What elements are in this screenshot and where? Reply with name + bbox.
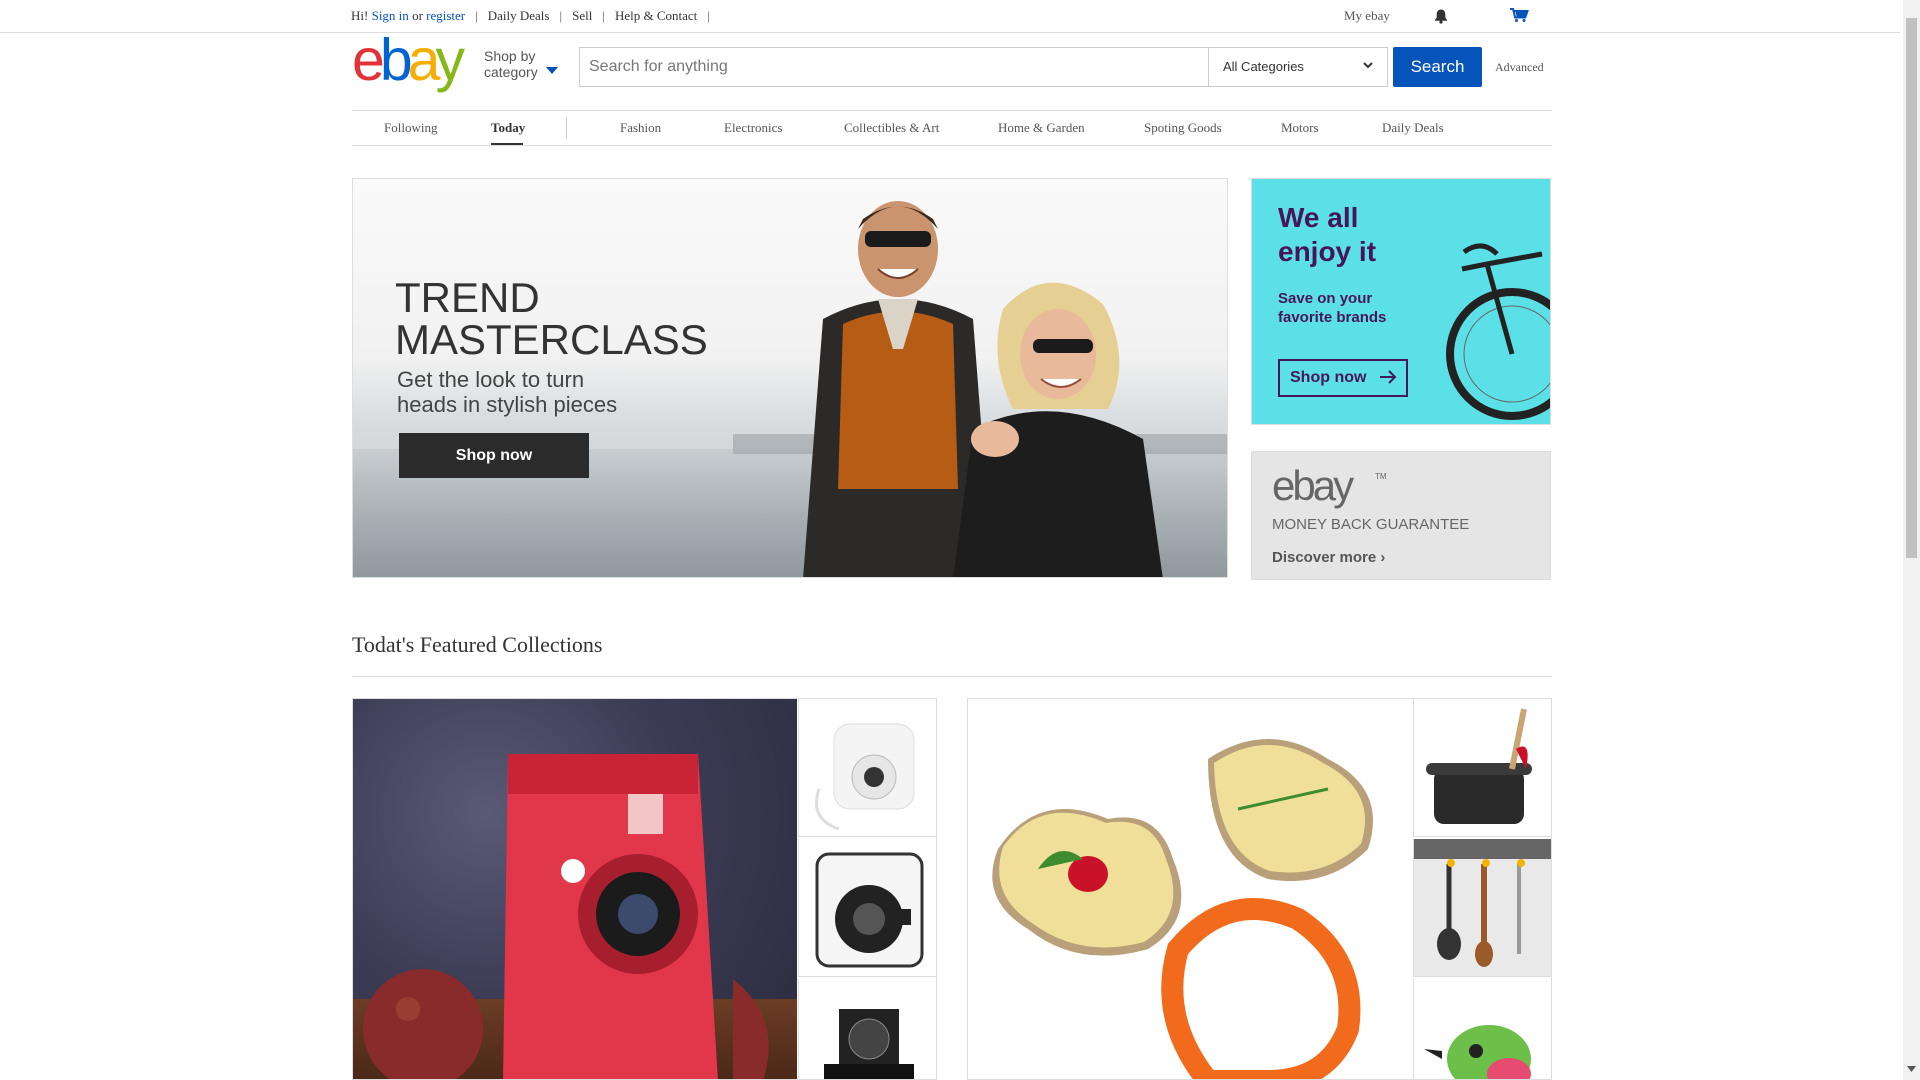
hero-subtitle: Get the look to turn heads in stylish pi… (397, 367, 618, 417)
logo-letter-b: b (379, 27, 413, 93)
arrow-right-icon (1380, 370, 1397, 384)
search-input[interactable] (579, 47, 1209, 87)
daily-deals-link[interactable]: Daily Deals (488, 8, 550, 24)
register-link[interactable]: register (426, 8, 465, 24)
separator: | (602, 8, 605, 23)
hero-title: TREND MASTERCLASS (395, 274, 708, 363)
bell-icon[interactable] (1433, 8, 1449, 24)
separator: | (475, 8, 478, 23)
brands-promo-subtitle: Save on your favorite brands (1278, 290, 1387, 326)
instax-black-thumbnail[interactable] (798, 839, 936, 977)
advanced-search-link[interactable]: Advanced (1495, 60, 1544, 75)
trademark-symbol: TM (1375, 472, 1387, 481)
nav-divider (566, 117, 567, 139)
discover-more-link[interactable]: Discover more › (1272, 549, 1385, 566)
brands-promo-banner[interactable]: We all enjoy it Save on your favorite br… (1251, 178, 1551, 425)
active-tab-underline (491, 143, 523, 145)
camera-collection-card[interactable] (352, 698, 937, 1080)
category-select-value: All Categories (1223, 59, 1304, 74)
greeting-text: Hi! (351, 8, 369, 23)
nav-item-sporting-goods[interactable]: Spoting Goods (1144, 120, 1222, 136)
cart-icon[interactable] (1509, 7, 1529, 23)
kitchen-collection-main-image (968, 699, 1412, 1079)
category-label: category (484, 64, 538, 80)
polaroid-camera-thumbnail[interactable] (798, 979, 936, 1079)
caret-down-icon (546, 67, 558, 74)
category-select[interactable]: All Categories (1209, 47, 1388, 87)
nav-item-fashion[interactable]: Fashion (620, 120, 661, 136)
nav-item-collectibles-art[interactable]: Collectibles & Art (844, 120, 939, 136)
money-back-guarantee-banner[interactable]: ebay TM MONEY BACK GUARANTEE Discover mo… (1251, 451, 1551, 580)
separator: | (559, 8, 563, 23)
logo-letter-e: e (352, 27, 385, 93)
kitchen-collection-card[interactable] (967, 698, 1552, 1080)
brands-promo-title: We all enjoy it (1278, 202, 1377, 267)
sell-link[interactable]: Sell (572, 8, 592, 24)
ebay-logo[interactable]: ebay (352, 31, 476, 90)
logo-letter-a: a (407, 27, 441, 93)
shop-by-label: Shop by (484, 48, 536, 64)
sign-in-link[interactable]: Sign in (372, 8, 409, 24)
separator: | (707, 8, 710, 23)
brands-promo-button-label: Shop now (1290, 369, 1367, 386)
or-text: or (412, 8, 423, 23)
bicycle-image (1446, 243, 1550, 420)
brands-promo-shop-now-button[interactable]: Shop now (1278, 359, 1408, 397)
search-button[interactable]: Search (1393, 47, 1482, 87)
hero-woman-image (953, 282, 1163, 577)
category-nav: Following Today Fashion Electronics Coll… (352, 110, 1552, 146)
camera-collection-main-image (353, 699, 797, 1079)
nav-item-electronics[interactable]: Electronics (724, 120, 782, 136)
nav-item-following[interactable]: Following (384, 120, 437, 136)
top-bar: Hi! Sign in or register | Daily Deals | … (0, 0, 1900, 33)
nav-item-motors[interactable]: Motors (1281, 120, 1319, 136)
scroll-down-arrow-icon[interactable] (1907, 1066, 1916, 1073)
shop-by-category-button[interactable]: Shop by category (484, 48, 558, 80)
utensil-hooks-thumbnail[interactable] (1413, 839, 1551, 977)
instax-white-thumbnail[interactable] (798, 699, 936, 837)
my-ebay-link[interactable]: My ebay (1344, 8, 1390, 24)
chevron-down-icon (1363, 62, 1373, 69)
bird-figurine-thumbnail[interactable] (1413, 979, 1551, 1079)
nav-item-home-garden[interactable]: Home & Garden (998, 120, 1085, 136)
help-contact-link[interactable]: Help & Contact (615, 8, 697, 24)
scrollbar-thumb[interactable] (1906, 18, 1917, 558)
black-pot-thumbnail[interactable] (1413, 699, 1551, 837)
guarantee-ebay-logo: ebay (1272, 462, 1354, 509)
nav-item-daily-deals[interactable]: Daily Deals (1382, 120, 1444, 136)
guarantee-text: MONEY BACK GUARANTEE (1272, 516, 1470, 533)
nav-item-today[interactable]: Today (491, 120, 525, 136)
hero-shop-now-button[interactable]: Shop now (399, 433, 589, 478)
hero-banner[interactable]: TREND MASTERCLASS Get the look to turn h… (352, 178, 1228, 578)
scrollbar[interactable] (1903, 0, 1920, 1080)
logo-letter-y: y (435, 27, 464, 93)
featured-divider (352, 676, 1552, 677)
featured-collections-title: Todat's Featured Collections (352, 632, 603, 657)
top-bar-left: Hi! Sign in or register | Daily Deals | … (351, 8, 720, 24)
